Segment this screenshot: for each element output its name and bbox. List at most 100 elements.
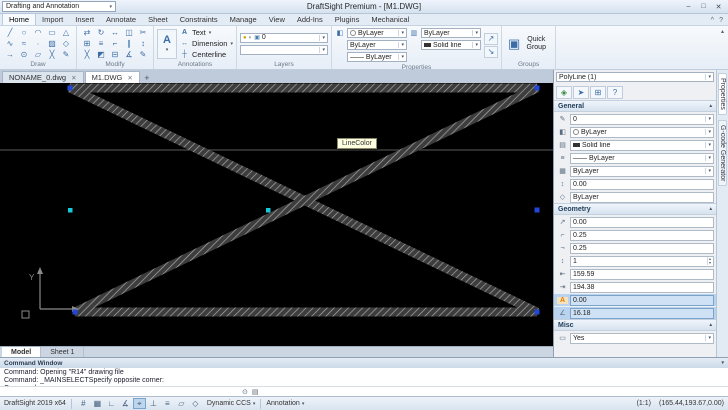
tab-sheet[interactable]: Sheet — [142, 14, 174, 25]
array-icon[interactable]: ⊞ — [80, 38, 94, 49]
angle-icon[interactable]: ∡ — [122, 49, 136, 60]
vertex-field[interactable]: 0.00 — [570, 216, 714, 228]
dimension-button[interactable]: ↔ Dimension ▾ — [180, 39, 233, 49]
line-style-field[interactable]: Solid line ▾ — [570, 139, 714, 151]
thickness-field[interactable]: 0.00 — [570, 178, 714, 190]
section-general[interactable]: General ▴ — [554, 100, 716, 112]
chamfer-icon[interactable]: ◩ — [94, 49, 108, 60]
close-icon[interactable]: ✕ — [71, 74, 76, 82]
fillet-icon[interactable]: ⌐ — [108, 38, 122, 49]
mirror-icon[interactable]: ◫ — [122, 27, 136, 38]
help-icon[interactable]: ? — [719, 17, 723, 24]
scale-icon[interactable]: ↕ — [136, 38, 150, 49]
closed-field[interactable]: Yes ▾ — [570, 332, 714, 344]
edit-icon[interactable]: ✎ — [136, 49, 150, 60]
quick-group-button[interactable]: ▣ Quick Group — [505, 36, 552, 52]
spinner-icons[interactable]: ▴ ▾ — [706, 257, 711, 265]
entity-snap-icon[interactable]: ◇ — [189, 398, 202, 409]
select-arrow-icon[interactable]: ➤ — [573, 86, 589, 99]
end-width-field[interactable]: 0.25 — [570, 242, 714, 254]
position-x-field[interactable]: 159.59 — [570, 268, 714, 280]
doc-tab-m1[interactable]: M1.DWG ✕ — [84, 71, 140, 83]
ccs-selector[interactable]: Dynamic CCS ▾ — [207, 400, 255, 407]
grid-icon[interactable]: ▦ — [91, 398, 104, 409]
snap-icon[interactable]: # — [77, 398, 90, 409]
hourglass-polyline[interactable] — [68, 83, 539, 317]
close-icon[interactable]: ✕ — [127, 74, 132, 82]
copy-properties-button[interactable]: ↘ — [483, 45, 498, 58]
collapse-ribbon-icon[interactable]: ▴ — [721, 28, 724, 35]
tab-import[interactable]: Import — [36, 14, 69, 25]
element-filter-icon[interactable]: ◈ — [556, 86, 572, 99]
select-add-icon[interactable]: ⊞ — [590, 86, 606, 99]
command-history[interactable]: Command: Opening "R14" drawing file Comm… — [0, 368, 728, 386]
print-area-icon[interactable]: ▱ — [175, 398, 188, 409]
palette-tab-properties[interactable]: Properties — [718, 73, 727, 115]
polar-icon[interactable]: ∡ — [119, 398, 132, 409]
offset-icon[interactable]: ≡ — [94, 38, 108, 49]
layer-selector[interactable]: ● ◐ ▣ 0 ▾ — [239, 32, 328, 43]
layer-state-selector[interactable]: ▾ — [239, 44, 328, 55]
linestyle-mode-selector[interactable]: ByLayer ▾ — [346, 40, 407, 50]
midpoint-marker-center[interactable] — [266, 208, 271, 213]
polyline-icon[interactable]: ≈ — [17, 38, 31, 49]
text-button[interactable]: A Text ▾ — [180, 28, 233, 38]
ortho-icon[interactable]: ∟ — [105, 398, 118, 409]
ray-icon[interactable]: → — [3, 49, 17, 60]
linestyle-selector[interactable]: Solid line ▾ — [420, 40, 481, 50]
sketch-icon[interactable]: ✎ — [59, 49, 73, 60]
hatch-icon[interactable]: ▨ — [45, 38, 59, 49]
arc-icon[interactable]: ◠ — [31, 27, 45, 38]
hyperlink-field[interactable]: ByLayer — [570, 191, 714, 203]
close-button[interactable]: ✕ — [712, 2, 725, 12]
plane-icon[interactable]: ▱ — [31, 49, 45, 60]
command-input[interactable] — [3, 388, 238, 396]
command-window-header[interactable]: Command Window ▾ — [0, 358, 728, 368]
rotate-icon[interactable]: ↻ — [94, 27, 108, 38]
linepattern-selector[interactable]: —— ByLayer ▾ — [346, 52, 407, 62]
maximize-button[interactable]: □ — [697, 2, 710, 12]
move-icon[interactable]: ⇄ — [80, 27, 94, 38]
tab-mechanical[interactable]: Mechanical — [365, 14, 415, 25]
region-icon[interactable]: ◇ — [59, 38, 73, 49]
entity-selector[interactable]: PolyLine (1) ▾ — [556, 72, 714, 82]
parallel-icon[interactable]: ∥ — [122, 38, 136, 49]
lineweight-toggle-icon[interactable]: ≡ — [161, 398, 174, 409]
position-y-field[interactable]: 194.38 — [570, 281, 714, 293]
linecolor-selector[interactable]: ByLayer ▾ — [346, 28, 407, 38]
drawing-canvas[interactable]: Y LineColor — [0, 83, 553, 346]
tab-annotate[interactable]: Annotate — [100, 14, 142, 25]
new-tab-button[interactable]: + — [141, 72, 153, 83]
tab-plugins[interactable]: Plugins — [329, 14, 366, 25]
workspace-switcher[interactable]: Annotation ▾ — [266, 400, 304, 407]
line-color-field[interactable]: ByLayer ▾ — [570, 126, 714, 138]
spline-icon[interactable]: ∿ — [3, 38, 17, 49]
collapse-ribbon-icon[interactable]: ^ — [711, 17, 714, 24]
point-icon[interactable]: ∙ — [31, 38, 45, 49]
layer-field[interactable]: 0 ▾ — [570, 113, 714, 125]
length-field[interactable]: 16.18 — [570, 307, 714, 319]
construction-line-icon[interactable]: ╳ — [45, 49, 59, 60]
centerline-button[interactable]: ┼ Centerline — [180, 50, 233, 60]
circle-icon[interactable]: ○ — [17, 27, 31, 38]
esnap-icon[interactable]: ⌖ — [132, 398, 146, 409]
tab-model[interactable]: Model — [2, 347, 42, 357]
minimize-button[interactable]: – — [682, 2, 695, 12]
trim-icon[interactable]: ✂ — [136, 27, 150, 38]
tab-home[interactable]: Home — [2, 13, 37, 25]
help-icon[interactable]: ? — [607, 86, 623, 99]
match-properties-button[interactable]: ↗ — [483, 32, 498, 45]
line-icon[interactable]: ╱ — [3, 27, 17, 38]
line-weight-field[interactable]: —— ByLayer ▾ — [570, 152, 714, 164]
vertex-count-stepper[interactable]: 1 ▴ ▾ — [570, 255, 714, 267]
plot-style-field[interactable]: ByLayer ▾ — [570, 165, 714, 177]
search-icon[interactable]: ⊙ — [242, 388, 248, 396]
etrack-icon[interactable]: ⊥ — [147, 398, 160, 409]
polygon-icon[interactable]: △ — [59, 27, 73, 38]
tab-sheet1[interactable]: Sheet 1 — [41, 347, 85, 357]
grip-bottom-right[interactable] — [534, 309, 540, 315]
midpoint-marker-left[interactable] — [68, 208, 73, 213]
tab-manage[interactable]: Manage — [224, 14, 263, 25]
rectangle-icon[interactable]: ▭ — [45, 27, 59, 38]
tab-view[interactable]: View — [263, 14, 291, 25]
